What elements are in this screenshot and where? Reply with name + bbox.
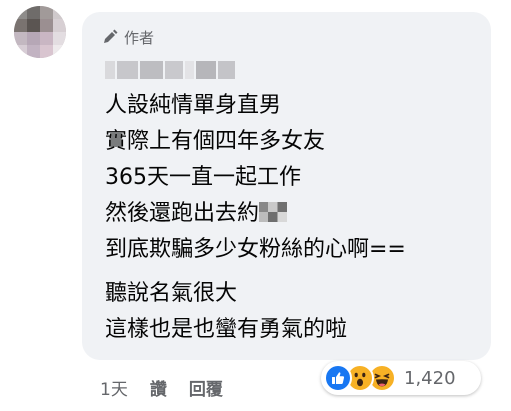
avatar-pixel [40,19,53,32]
avatar-pixel [14,19,27,32]
reactions-summary[interactable]: 1,420 [321,361,481,395]
comment-actions: 1天 讚 回覆 [100,374,223,400]
comment-line: 到底欺騙多少女粉絲的心啊== [105,237,406,262]
redaction-block [116,61,138,79]
comment-text: 人設純情單身直男 實際上有個四年多女友 365天一直一起工作 然後還跑出去約 到… [105,88,480,348]
avatar-pixel [53,19,66,32]
avatar-pixel [27,45,40,58]
author-badge-label: 作者 [124,28,155,47]
avatar-pixel [14,32,27,45]
reaction-count: 1,420 [404,367,456,389]
redaction-block [196,61,216,79]
avatar-pixel [14,6,27,19]
pixelated-redaction [259,202,288,222]
reply-button[interactable]: 回覆 [189,375,223,400]
comment-line: 這樣也是也蠻有勇氣的啦 [105,317,348,342]
avatar[interactable] [14,6,66,58]
avatar-pixel [27,6,40,19]
avatar-pixel [40,6,53,19]
comment-timestamp[interactable]: 1天 [100,375,128,400]
redaction-block [165,61,183,79]
avatar-pixel [14,45,27,58]
comment-line: 聽說名氣很大 [105,281,238,306]
avatar-pixel [40,32,53,45]
comment-line-text: 然後還跑出去約 [105,201,260,226]
redaction-block [184,61,195,79]
redaction-block [139,61,164,79]
like-icon [324,364,352,392]
avatar-pixel [27,19,40,32]
like-button[interactable]: 讚 [150,375,167,400]
avatar-pixel [53,45,66,58]
pen-icon [102,29,118,45]
comment-line-with-redaction: 然後還跑出去約 [105,196,480,232]
comment-bubble: 作者 人設純情單身直男 實際上有個四年多女友 365天一直一起工作 然後還跑出去… [82,12,491,360]
avatar-pixel [40,45,53,58]
avatar-pixel [27,32,40,45]
author-badge: 作者 [102,27,154,47]
comment-line: 365天一直一起工作 [105,165,301,190]
comment-line: 人設純情單身直男 [105,93,282,118]
redaction-block [105,61,115,79]
redaction-block [217,61,235,79]
avatar-pixel [53,6,66,19]
author-name-redacted[interactable] [105,61,235,81]
comment-line: 實際上有個四年多女友 [105,129,326,154]
avatar-pixel [53,32,66,45]
